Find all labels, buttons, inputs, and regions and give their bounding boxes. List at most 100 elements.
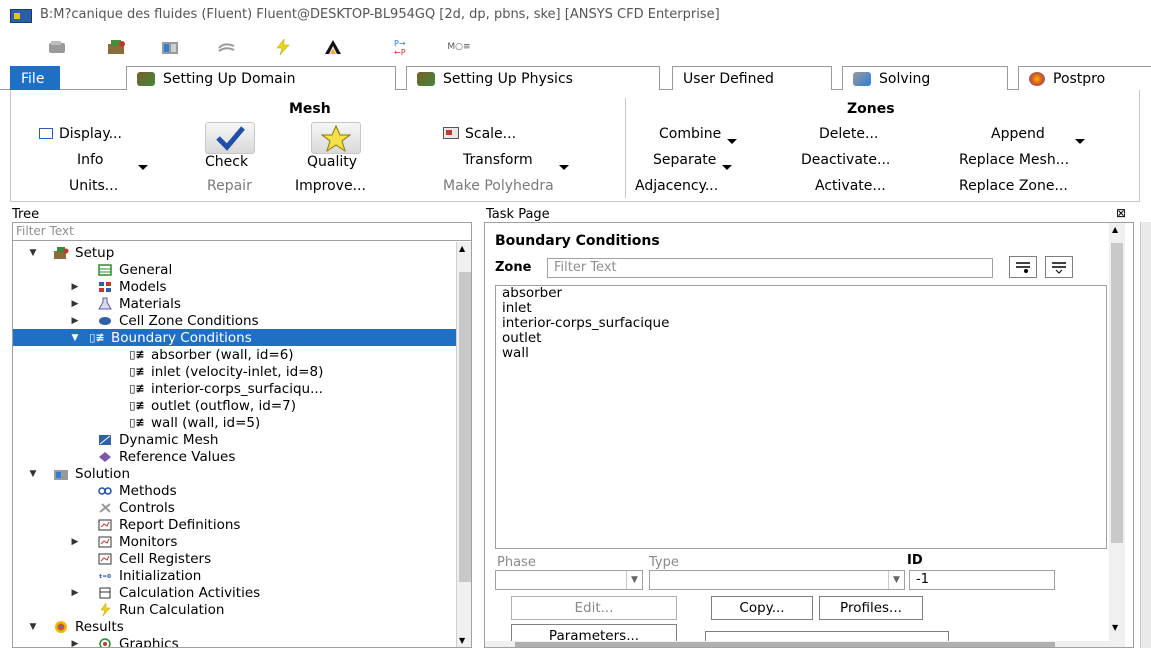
tree-item-setup[interactable]: ▼ Setup	[13, 244, 115, 261]
undo-icon[interactable]	[216, 38, 238, 56]
tree-item-solution-label: Solution	[75, 465, 130, 482]
replace-mesh-button[interactable]: Replace Mesh...	[959, 152, 1069, 168]
tree-item-materials[interactable]: ▶ Materials	[13, 295, 181, 312]
expand-arrow-icon[interactable]: ▶	[69, 537, 81, 547]
tree-item-initialization[interactable]: ₜ₌₀ Initialization	[13, 567, 201, 584]
task-page-horizontal-scrollbar[interactable]	[485, 641, 1125, 647]
tree-item-reference-values[interactable]: Reference Values	[13, 448, 235, 465]
tab-postprocessing[interactable]: Postpro	[1018, 66, 1151, 90]
copy-button[interactable]: Copy...	[711, 596, 813, 620]
open-case-icon[interactable]	[46, 38, 68, 56]
tree-item-boundary-conditions[interactable]: ▼ ▯≢ Boundary Conditions	[13, 329, 456, 346]
tree-item-absorber[interactable]: ▯≢ absorber (wall, id=6)	[13, 346, 293, 363]
task-page-scrollbar[interactable]: ▲ ▼	[1109, 223, 1125, 643]
lightning-icon[interactable]	[272, 38, 294, 56]
scroll-down-arrow-icon[interactable]: ▼	[1112, 623, 1118, 632]
expand-arrow-icon[interactable]: ▶	[69, 588, 81, 598]
improve-button[interactable]: Improve...	[295, 178, 366, 194]
replace-zone-button[interactable]: Replace Zone...	[959, 178, 1068, 194]
check-icon[interactable]	[205, 122, 255, 154]
zone-list-item[interactable]: wall	[496, 346, 1106, 361]
zone-list-item[interactable]: outlet	[496, 331, 1106, 346]
tab-setting-up-domain-label: Setting Up Domain	[163, 70, 296, 87]
expand-arrow-icon[interactable]: ▶	[69, 299, 81, 309]
zone-list-item[interactable]: interior-corps_surfacique	[496, 316, 1106, 331]
scale-icon	[443, 127, 459, 139]
parallel-icon[interactable]: P→ ←P	[392, 38, 414, 56]
write-case-icon[interactable]	[160, 38, 182, 56]
tree-item-calculation-activities[interactable]: ▶ Calculation Activities	[13, 584, 261, 601]
tree-item-controls[interactable]: Controls	[13, 499, 175, 516]
phase-dropdown[interactable]: ▼	[495, 570, 643, 590]
tree-item-models[interactable]: ▶ Models	[13, 278, 167, 295]
mesh-info-icon[interactable]: M○≡	[447, 38, 470, 56]
quality-star-icon[interactable]	[311, 122, 361, 154]
tab-setting-up-domain[interactable]: Setting Up Domain	[126, 66, 396, 91]
expand-arrow-icon[interactable]: ▶	[69, 282, 81, 292]
expand-arrow-icon[interactable]: ▶	[69, 639, 81, 648]
scroll-down-arrow-icon[interactable]: ▼	[459, 636, 465, 645]
models-icon	[97, 280, 113, 294]
id-field[interactable]: -1	[909, 570, 1055, 590]
adjacency-button[interactable]: Adjacency...	[635, 178, 718, 194]
edit-button[interactable]: Edit...	[511, 596, 677, 620]
zone-list-item[interactable]: absorber	[496, 286, 1106, 301]
append-button[interactable]: Append	[991, 126, 1085, 144]
ansys-logo-icon[interactable]	[322, 38, 344, 56]
tree-item-methods[interactable]: Methods	[13, 482, 177, 499]
tree-item-report-definitions[interactable]: Report Definitions	[13, 516, 240, 533]
profiles-button[interactable]: Profiles...	[819, 596, 923, 620]
tree-item-cell-zone-conditions[interactable]: ▶ Cell Zone Conditions	[13, 312, 259, 329]
tree-item-wall[interactable]: ▯≢ wall (wall, id=5)	[13, 414, 260, 431]
close-icon[interactable]: ⊠	[1116, 206, 1126, 220]
task-page-scrollbar-thumb[interactable]	[1111, 243, 1123, 543]
collapse-arrow-icon[interactable]: ▼	[27, 622, 39, 632]
zone-list[interactable]: absorber inlet interior-corps_surfacique…	[495, 285, 1107, 549]
delete-zone-button[interactable]: Delete...	[819, 126, 878, 142]
deactivate-button[interactable]: Deactivate...	[801, 152, 890, 168]
tab-setting-up-physics[interactable]: Setting Up Physics	[406, 66, 660, 90]
scroll-up-arrow-icon[interactable]: ▲	[1112, 225, 1118, 234]
scale-button[interactable]: Scale...	[443, 126, 516, 142]
display-button[interactable]: Display...	[39, 126, 122, 142]
transform-button[interactable]: Transform	[463, 152, 569, 170]
zone-filter-input[interactable]: Filter Text	[547, 258, 993, 278]
repair-button[interactable]: Repair	[207, 178, 252, 194]
quality-button[interactable]: Quality	[307, 154, 357, 170]
tab-user-defined[interactable]: User Defined	[672, 66, 832, 90]
collapse-arrow-icon[interactable]: ▼	[27, 469, 39, 479]
tree-filter-input[interactable]: Filter Text	[13, 223, 471, 241]
tree-item-interior[interactable]: ▯≢ interior-corps_surfaciqu...	[13, 380, 323, 397]
tab-solving[interactable]: Solving	[842, 66, 1008, 90]
tree-item-inlet[interactable]: ▯≢ inlet (velocity-inlet, id=8)	[13, 363, 323, 380]
zone-list-item[interactable]: inlet	[496, 301, 1106, 316]
tree-item-run-calculation[interactable]: Run Calculation	[13, 601, 225, 618]
tree-item-outlet[interactable]: ▯≢ outlet (outflow, id=7)	[13, 397, 296, 414]
tree-item-general[interactable]: General	[13, 261, 172, 278]
tree-scrollbar-thumb[interactable]	[459, 272, 471, 582]
tree-item-dynamic-mesh[interactable]: Dynamic Mesh	[13, 431, 218, 448]
tree-item-cell-registers[interactable]: Cell Registers	[13, 550, 211, 567]
tab-file[interactable]: File	[10, 66, 60, 90]
read-case-icon[interactable]	[106, 38, 128, 56]
horizontal-scrollbar-thumb[interactable]	[515, 642, 1055, 647]
tree-item-graphics[interactable]: ▶ Graphics	[13, 635, 179, 648]
separate-button[interactable]: Separate	[653, 152, 733, 170]
collapse-arrow-icon[interactable]: ▼	[27, 248, 39, 258]
tree-scrollbar[interactable]: ▲ ▼	[456, 242, 471, 647]
collapse-arrow-icon[interactable]: ▼	[69, 333, 81, 343]
filter-options-icon[interactable]	[1009, 256, 1037, 278]
tree-item-monitors[interactable]: ▶ Monitors	[13, 533, 178, 550]
combine-button[interactable]: Combine	[659, 126, 738, 144]
tree-item-solution[interactable]: ▼ Solution	[13, 465, 130, 482]
expand-arrow-icon[interactable]: ▶	[69, 316, 81, 326]
tree-item-results[interactable]: ▼ Results	[13, 618, 124, 635]
activate-button[interactable]: Activate...	[815, 178, 886, 194]
units-button[interactable]: Units...	[69, 178, 118, 194]
info-button[interactable]: Info	[77, 152, 148, 170]
scroll-up-arrow-icon[interactable]: ▲	[459, 244, 465, 253]
select-all-icon[interactable]	[1045, 256, 1073, 278]
make-polyhedra-button[interactable]: Make Polyhedra	[443, 178, 554, 194]
type-dropdown[interactable]: ▼	[649, 570, 905, 590]
check-button[interactable]: Check	[205, 154, 248, 170]
